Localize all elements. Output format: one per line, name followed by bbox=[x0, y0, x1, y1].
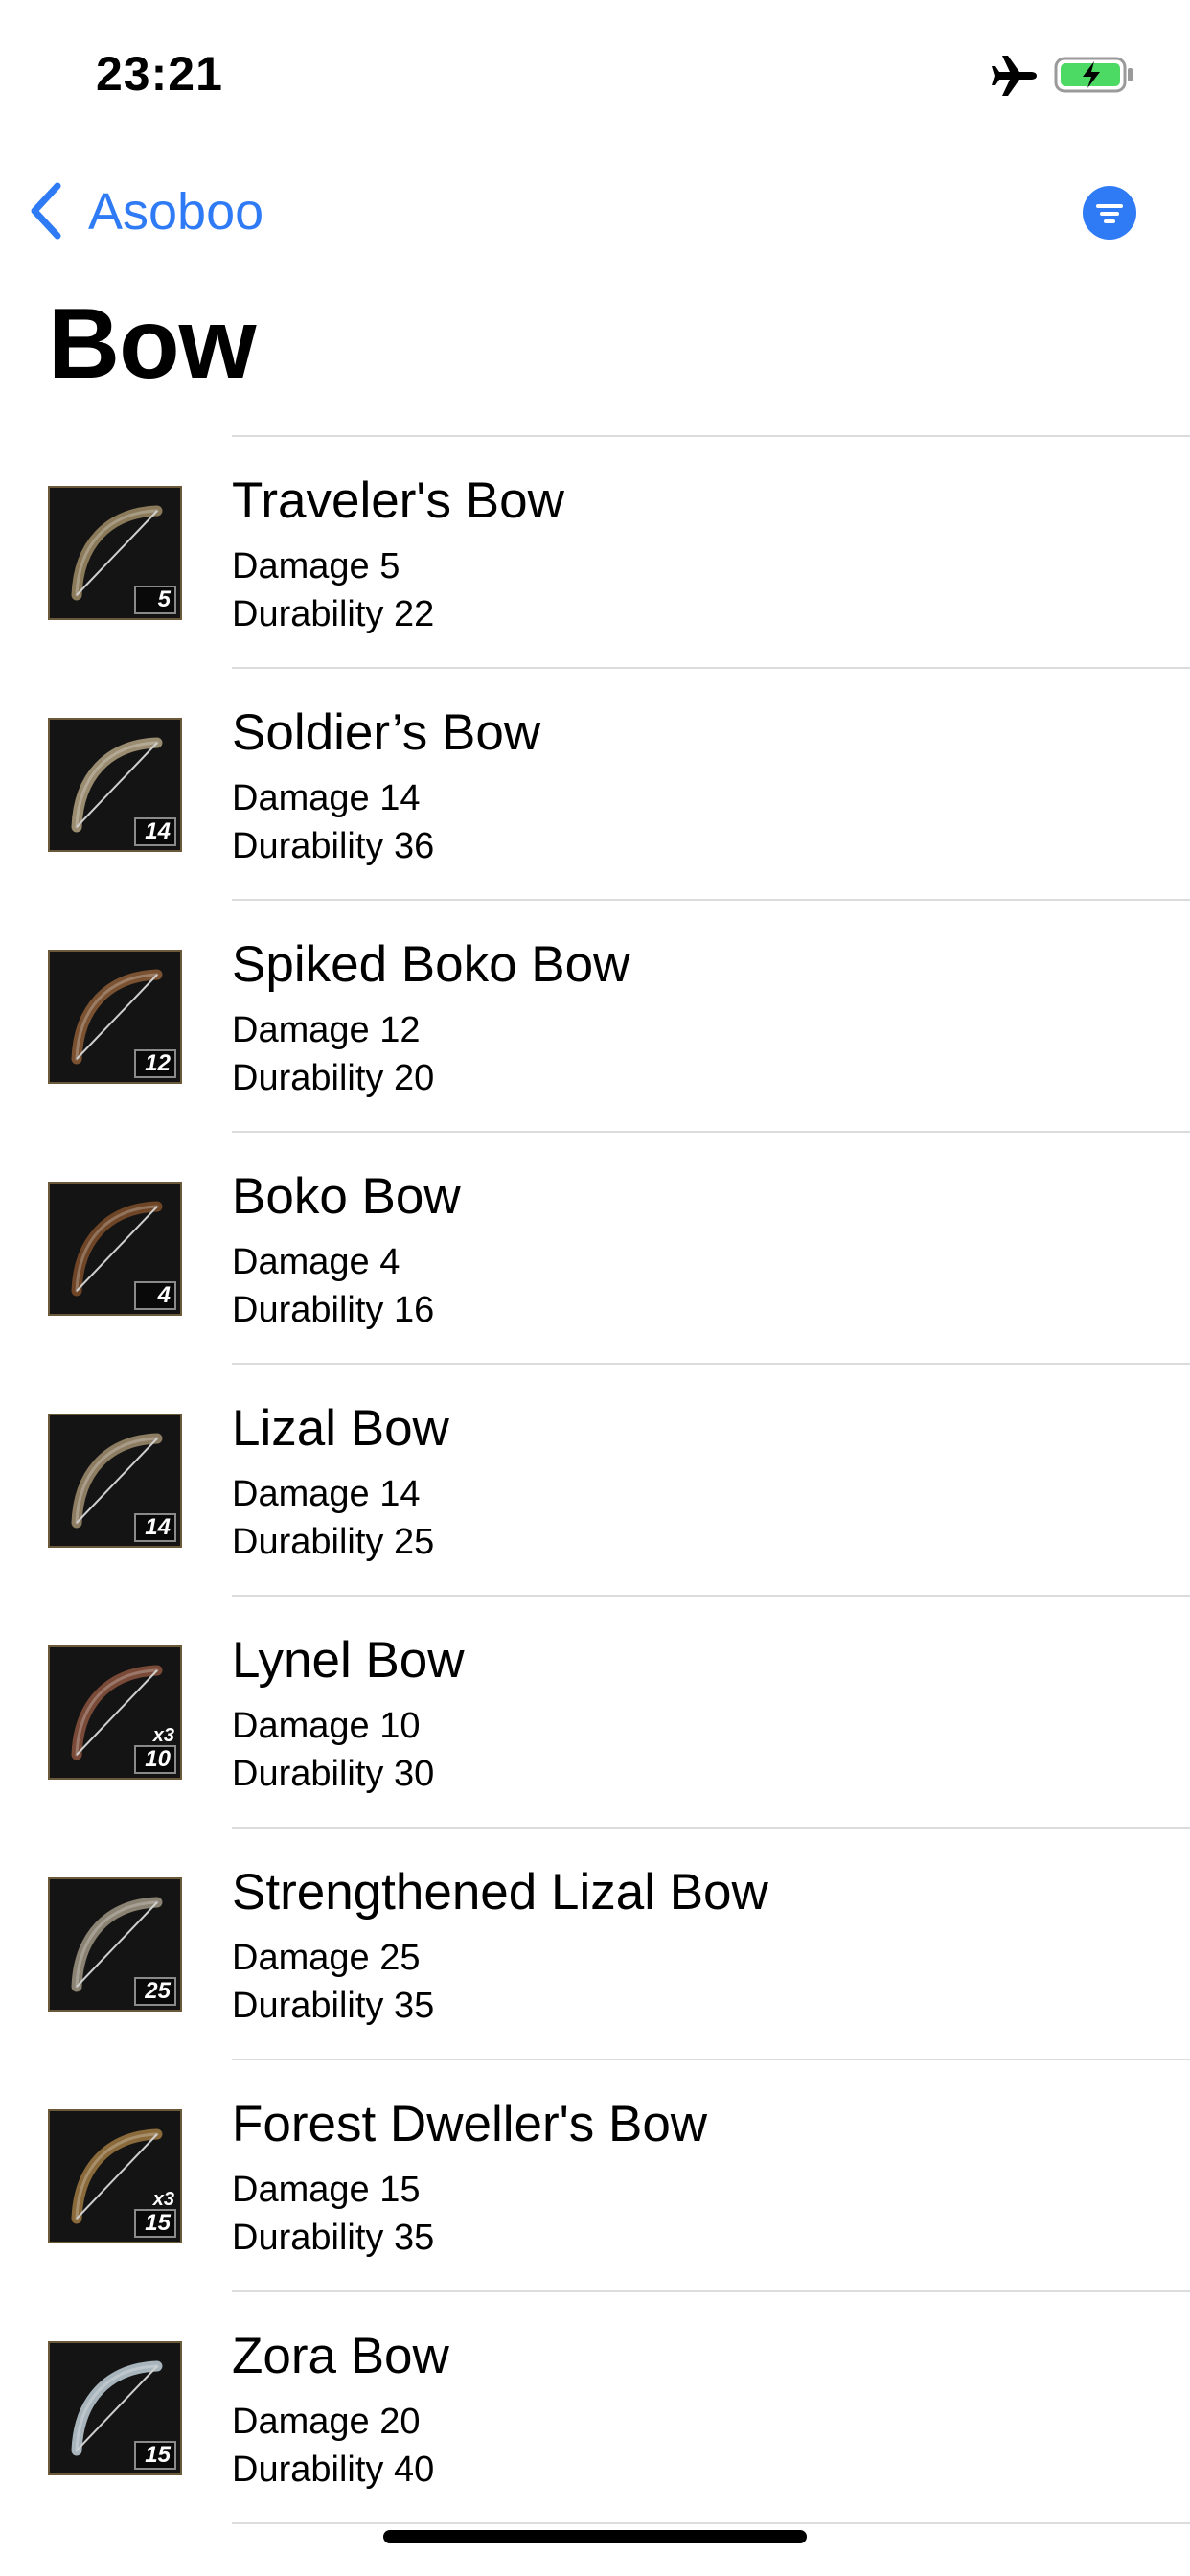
item-name: Forest Dweller's Bow bbox=[232, 2096, 708, 2152]
item-durability: Durability 16 bbox=[232, 1290, 435, 1330]
thumb-badge: 12 bbox=[134, 1049, 176, 1078]
item-durability: Durability 22 bbox=[232, 594, 435, 634]
item-damage: Damage 25 bbox=[232, 1938, 421, 1978]
status-bar: 23:21 bbox=[0, 0, 1190, 134]
list-item[interactable]: 25 Strengthened Lizal Bow Damage 25 Durabil… bbox=[0, 1828, 1190, 2060]
list-item[interactable]: 15 Zora Bow Damage 20 Durability 40 bbox=[0, 2292, 1190, 2524]
item-durability: Durability 35 bbox=[232, 1986, 435, 2026]
forest-dwellers-bow-icon: x3 15 bbox=[48, 2109, 182, 2243]
chevron-left-icon[interactable] bbox=[27, 180, 65, 242]
soldiers-bow-icon: 14 bbox=[48, 718, 182, 852]
home-indicator[interactable] bbox=[383, 2530, 807, 2543]
list-item[interactable]: x3 10 Lynel Bow Damage 10 Durability 30 bbox=[0, 1597, 1190, 1828]
thumb-badge: 15 bbox=[134, 2209, 176, 2238]
thumb-multiplier: x3 bbox=[152, 1725, 174, 1746]
list-item[interactable]: 14 Lizal Bow Damage 14 Durability 25 bbox=[0, 1365, 1190, 1597]
thumb-multiplier: x3 bbox=[152, 2189, 174, 2210]
list-item[interactable]: x3 15 Forest Dweller's Bow Damage 15 Durabil… bbox=[0, 2060, 1190, 2292]
list-item[interactable]: 12 Spiked Boko Bow Damage 12 Durability 20 bbox=[0, 901, 1190, 1133]
zora-bow-icon: 15 bbox=[48, 2341, 182, 2475]
item-damage: Damage 5 bbox=[232, 546, 400, 586]
thumb-badge: 4 bbox=[134, 1281, 176, 1310]
thumb-badge: 14 bbox=[134, 817, 176, 846]
navigation-bar: Asoboo bbox=[0, 163, 1190, 259]
item-name: Strengthened Lizal Bow bbox=[232, 1864, 768, 1920]
item-name: Zora Bow bbox=[232, 2328, 449, 2384]
filter-button[interactable] bbox=[1083, 186, 1136, 240]
thumb-badge: 14 bbox=[134, 1513, 176, 1542]
lizal-bow-icon: 14 bbox=[48, 1414, 182, 1548]
item-durability: Durability 40 bbox=[232, 2450, 435, 2490]
thumb-badge: 10 bbox=[134, 1745, 176, 1774]
filter-icon bbox=[1096, 204, 1123, 223]
item-name: Boko Bow bbox=[232, 1168, 461, 1225]
item-durability: Durability 35 bbox=[232, 2218, 435, 2258]
list-item[interactable]: 4 Boko Bow Damage 4 Durability 16 bbox=[0, 1133, 1190, 1365]
item-damage: Damage 14 bbox=[232, 778, 421, 818]
item-name: Lynel Bow bbox=[232, 1632, 465, 1689]
item-damage: Damage 20 bbox=[232, 2402, 421, 2442]
status-time: 23:21 bbox=[96, 47, 223, 101]
list-divider bbox=[232, 2522, 1190, 2524]
battery-charging-icon bbox=[1054, 56, 1134, 94]
spiked-boko-bow-icon: 12 bbox=[48, 950, 182, 1084]
item-durability: Durability 25 bbox=[232, 1522, 435, 1562]
thumb-badge: 5 bbox=[134, 586, 176, 614]
item-name: Lizal Bow bbox=[232, 1400, 449, 1457]
item-damage: Damage 10 bbox=[232, 1706, 421, 1746]
strengthened-lizal-bow-icon: 25 bbox=[48, 1877, 182, 2012]
item-durability: Durability 30 bbox=[232, 1754, 435, 1794]
item-damage: Damage 4 bbox=[232, 1242, 400, 1282]
item-durability: Durability 36 bbox=[232, 826, 435, 866]
item-name: Soldier’s Bow bbox=[232, 704, 541, 761]
item-name: Spiked Boko Bow bbox=[232, 936, 630, 993]
item-durability: Durability 20 bbox=[232, 1058, 435, 1098]
item-name: Traveler's Bow bbox=[232, 472, 564, 529]
list-item[interactable]: 5 Traveler's Bow Damage 5 Durability 22 bbox=[0, 437, 1190, 669]
boko-bow-icon: 4 bbox=[48, 1182, 182, 1316]
item-damage: Damage 12 bbox=[232, 1010, 421, 1050]
page-title: Bow bbox=[48, 288, 257, 400]
item-damage: Damage 15 bbox=[232, 2170, 421, 2210]
travelers-bow-icon: 5 bbox=[48, 486, 182, 620]
thumb-badge: 25 bbox=[134, 1977, 176, 2006]
back-button[interactable]: Asoboo bbox=[88, 182, 263, 242]
list-item[interactable]: 14 Soldier’s Bow Damage 14 Durability 36 bbox=[0, 669, 1190, 901]
airplane-icon bbox=[991, 52, 1039, 100]
item-damage: Damage 14 bbox=[232, 1474, 421, 1514]
thumb-badge: 15 bbox=[134, 2441, 176, 2470]
lynel-bow-icon: x3 10 bbox=[48, 1645, 182, 1780]
